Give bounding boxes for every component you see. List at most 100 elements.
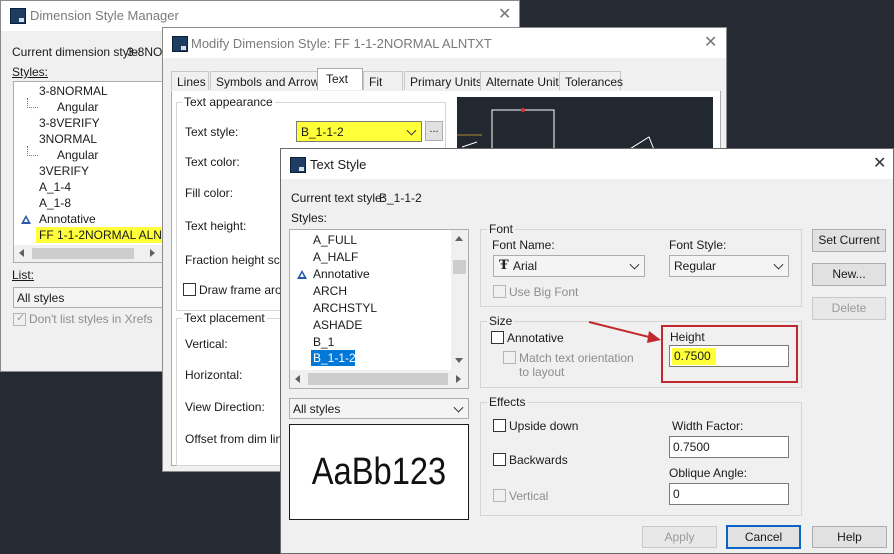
scroll-right-icon[interactable] xyxy=(456,375,461,383)
tree-connector xyxy=(27,98,38,108)
vertical-checkbox[interactable] xyxy=(493,489,506,502)
annotation-arrow xyxy=(588,321,661,343)
apply-button[interactable]: Apply xyxy=(642,526,717,548)
close-icon[interactable]: ✕ xyxy=(704,35,717,51)
oblique-angle-input[interactable]: 0 xyxy=(669,483,789,505)
width-factor-value: 0.7500 xyxy=(673,440,710,454)
annotative-checkbox[interactable] xyxy=(491,331,504,344)
list-item[interactable]: A_1-4 xyxy=(39,180,71,194)
ts-h-scrollbar[interactable] xyxy=(290,370,468,388)
scroll-thumb[interactable] xyxy=(32,248,134,259)
list-item[interactable]: A_1-8 xyxy=(39,196,71,210)
list-item[interactable]: Annotative xyxy=(39,212,96,226)
list-item[interactable]: Angular xyxy=(57,100,98,114)
ts-titlebar[interactable]: Text Style ✕ xyxy=(281,149,893,179)
tab-primary-units[interactable]: Primary Units xyxy=(404,71,482,90)
backwards-label: Backwards xyxy=(509,453,568,467)
tab-fit[interactable]: Fit xyxy=(363,71,403,90)
scroll-thumb[interactable] xyxy=(308,373,448,385)
dsm-h-scrollbar[interactable] xyxy=(14,245,162,262)
font-name-value: Arial xyxy=(513,259,538,273)
list-item[interactable]: 3VERIFY xyxy=(39,164,89,178)
chevron-down-icon xyxy=(406,125,417,136)
list-item-label: FF 1-1-2NORMAL ALNTX xyxy=(39,228,178,242)
tab-symbols-and-arrows[interactable]: Symbols and Arrows xyxy=(210,71,325,90)
effects-group-heading: Effects xyxy=(487,395,528,409)
scroll-left-icon[interactable] xyxy=(19,249,24,257)
dont-list-xrefs-checkbox[interactable]: ✓ xyxy=(13,312,26,326)
close-icon[interactable]: ✕ xyxy=(498,7,511,23)
list-item[interactable]: 3-8VERIFY xyxy=(39,116,100,130)
list-item[interactable]: Annotative xyxy=(313,267,370,281)
text-style-combo[interactable]: B_1-1-2 xyxy=(296,121,422,142)
dsm-list-label: List: xyxy=(12,268,35,282)
dsm-list-combo[interactable]: All styles xyxy=(13,287,163,308)
cancel-button[interactable]: Cancel xyxy=(726,525,801,549)
autocad-app-icon xyxy=(10,8,26,24)
list-item[interactable]: ASHADE xyxy=(313,318,362,332)
upside-down-checkbox[interactable] xyxy=(493,419,506,432)
text-style-window: Text Style ✕ Current text style: B_1-1-2… xyxy=(280,148,894,554)
ts-style-filter-combo[interactable]: All styles xyxy=(289,398,469,419)
tab-alternate-units[interactable]: Alternate Units xyxy=(480,71,565,90)
ts-v-scrollbar[interactable] xyxy=(451,230,468,370)
font-name-combo[interactable]: Ŧ Arial xyxy=(493,255,645,277)
close-icon[interactable]: ✕ xyxy=(873,156,886,172)
mds-titlebar[interactable]: Modify Dimension Style: FF 1-1-2NORMAL A… xyxy=(163,28,726,58)
ts-styles-list[interactable]: A_FULL A_HALF Annotative ARCH ARCHSTYL A… xyxy=(289,229,469,389)
list-item-label: B_1-1-2 xyxy=(313,351,356,365)
truetype-font-icon: Ŧ xyxy=(499,258,509,273)
list-item[interactable]: B_1 xyxy=(313,335,334,349)
tab-text[interactable]: Text xyxy=(317,68,363,90)
offset-from-dim-line-label: Offset from dim line: xyxy=(185,432,293,446)
draw-frame-checkbox[interactable] xyxy=(183,283,196,296)
list-item-selected[interactable]: FF 1-1-2NORMAL ALNTX xyxy=(36,227,177,243)
list-item[interactable]: A_FULL xyxy=(313,233,357,247)
scroll-right-icon[interactable] xyxy=(150,249,155,257)
annotative-icon xyxy=(21,215,31,224)
backwards-checkbox[interactable] xyxy=(493,453,506,466)
font-name-label: Font Name: xyxy=(492,238,555,252)
ts-styles-label: Styles: xyxy=(291,211,328,225)
text-style-value: B_1-1-2 xyxy=(301,125,344,139)
new-style-button[interactable]: New... xyxy=(812,263,886,286)
font-style-label: Font Style: xyxy=(669,238,727,252)
help-button[interactable]: Help xyxy=(812,526,887,548)
width-factor-input[interactable]: 0.7500 xyxy=(669,436,789,458)
text-height-label: Text height: xyxy=(185,219,247,233)
list-item[interactable]: ARCH xyxy=(313,284,347,298)
font-style-combo[interactable]: Regular xyxy=(669,255,789,277)
set-current-button[interactable]: Set Current xyxy=(812,229,886,252)
vertical-label: Vertical: xyxy=(185,337,228,351)
scroll-left-icon[interactable] xyxy=(295,375,300,383)
autocad-app-icon xyxy=(172,36,188,52)
scroll-down-icon[interactable] xyxy=(455,358,463,363)
upside-down-label: Upside down xyxy=(509,419,579,433)
annotative-icon xyxy=(297,270,307,279)
tree-connector xyxy=(27,146,38,156)
check-icon: ✓ xyxy=(16,312,26,324)
size-group-heading: Size xyxy=(487,314,515,328)
scroll-up-icon[interactable] xyxy=(455,236,463,241)
list-item[interactable]: ARCHSTYL xyxy=(313,301,377,315)
delete-style-button[interactable]: Delete xyxy=(812,297,886,320)
list-item[interactable]: 3NORMAL xyxy=(39,132,97,146)
vertical-label: Vertical xyxy=(509,489,549,503)
dsm-styles-list[interactable]: 3-8NORMAL Angular 3-8VERIFY 3NORMAL Angu… xyxy=(13,81,177,263)
chevron-down-icon xyxy=(629,259,640,270)
list-item[interactable]: Angular xyxy=(57,148,98,162)
autocad-app-icon xyxy=(290,157,306,173)
ts-preview-text: AaBb123 xyxy=(311,451,447,493)
tab-lines[interactable]: Lines xyxy=(171,71,209,90)
list-item[interactable]: A_HALF xyxy=(313,250,358,264)
scroll-thumb[interactable] xyxy=(453,260,466,274)
tab-tolerances[interactable]: Tolerances xyxy=(559,71,623,90)
text-style-browse-button[interactable]: ... xyxy=(425,121,443,141)
text-placement-heading: Text placement xyxy=(182,311,267,325)
list-item[interactable]: 3-8NORMAL xyxy=(39,84,108,98)
use-big-font-checkbox[interactable] xyxy=(493,285,506,298)
annotation-highlight-box xyxy=(661,325,798,383)
list-item-selected[interactable]: B_1-1-2 xyxy=(311,350,356,366)
match-orientation-checkbox[interactable] xyxy=(503,351,516,364)
ts-title: Text Style xyxy=(310,157,367,172)
